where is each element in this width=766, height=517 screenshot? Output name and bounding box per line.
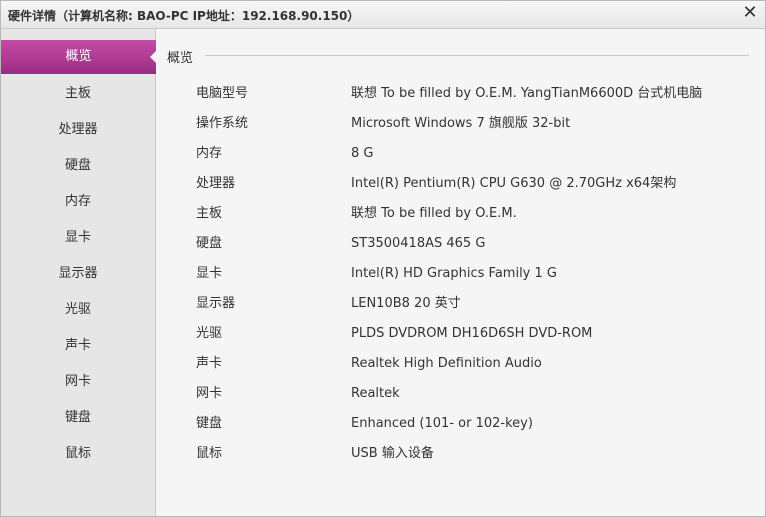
title-bar: 硬件详情（计算机名称: BAO-PC IP地址：192.168.90.150） … bbox=[1, 1, 765, 29]
sidebar-item-label: 显示器 bbox=[58, 266, 98, 281]
spec-label: 光驱 bbox=[196, 326, 223, 341]
sidebar-item-label: 处理器 bbox=[58, 122, 98, 137]
spec-label: 显卡 bbox=[196, 266, 223, 281]
window-title: 硬件详情（计算机名称: BAO-PC IP地址：192.168.90.150） bbox=[8, 9, 360, 23]
sidebar-item-overview[interactable]: 概览 bbox=[1, 40, 157, 74]
section-title: 概览 bbox=[167, 51, 194, 66]
spec-value: 联想 To be filled by O.E.M. bbox=[351, 206, 517, 221]
sidebar-item-mouse[interactable]: 鼠标 bbox=[1, 436, 155, 472]
spec-value: Intel(R) Pentium(R) CPU G630 @ 2.70GHz x… bbox=[351, 176, 677, 191]
spec-value: Realtek bbox=[351, 386, 400, 401]
sidebar-item-label: 硬盘 bbox=[64, 158, 91, 173]
nav-list: 概览 主板 处理器 硬盘 内存 显卡 显示器 光驱 声卡 网卡 键盘 鼠标 bbox=[1, 40, 157, 472]
spec-label: 显示器 bbox=[196, 296, 236, 311]
spec-label: 声卡 bbox=[196, 356, 223, 371]
spec-value: USB 输入设备 bbox=[351, 446, 434, 461]
sidebar-item-memory[interactable]: 内存 bbox=[1, 184, 155, 220]
spec-value: LEN10B8 20 英寸 bbox=[351, 296, 461, 311]
spec-label: 网卡 bbox=[196, 386, 223, 401]
spec-value: Enhanced (101- or 102-key) bbox=[351, 416, 533, 431]
main-content: 概览 电脑型号 联想 To be filled by O.E.M. YangTi… bbox=[156, 29, 765, 516]
close-icon[interactable]: ✕ bbox=[741, 3, 759, 23]
spec-value: Intel(R) HD Graphics Family 1 G bbox=[351, 266, 557, 281]
sidebar-item-label: 内存 bbox=[64, 194, 91, 209]
spec-value: Microsoft Windows 7 旗舰版 32-bit bbox=[351, 116, 571, 131]
spec-value: 8 G bbox=[351, 146, 374, 161]
sidebar-item-motherboard[interactable]: 主板 bbox=[1, 76, 155, 112]
sidebar-item-label: 鼠标 bbox=[64, 446, 91, 461]
sidebar-item-monitor[interactable]: 显示器 bbox=[1, 256, 155, 292]
spec-label: 处理器 bbox=[196, 176, 236, 191]
spec-value: PLDS DVDROM DH16D6SH DVD-ROM bbox=[351, 326, 593, 341]
sidebar-item-processor[interactable]: 处理器 bbox=[1, 112, 155, 148]
sidebar-item-label: 光驱 bbox=[64, 302, 91, 317]
spec-label: 鼠标 bbox=[196, 446, 223, 461]
spec-label: 键盘 bbox=[196, 416, 223, 431]
sidebar: 概览 主板 处理器 硬盘 内存 显卡 显示器 光驱 声卡 网卡 键盘 鼠标 bbox=[1, 29, 157, 516]
sidebar-item-keyboard[interactable]: 键盘 bbox=[1, 400, 155, 436]
sidebar-item-hard-disk[interactable]: 硬盘 bbox=[1, 148, 155, 184]
hardware-details-window: 硬件详情（计算机名称: BAO-PC IP地址：192.168.90.150） … bbox=[0, 0, 766, 517]
sidebar-item-label: 概览 bbox=[65, 49, 92, 64]
spec-label: 硬盘 bbox=[196, 236, 223, 251]
sidebar-item-graphics-card[interactable]: 显卡 bbox=[1, 220, 155, 256]
spec-value: 联想 To be filled by O.E.M. YangTianM6600D… bbox=[351, 86, 703, 101]
sidebar-item-sound-card[interactable]: 声卡 bbox=[1, 328, 155, 364]
sidebar-item-label: 声卡 bbox=[64, 338, 91, 353]
spec-value: Realtek High Definition Audio bbox=[351, 356, 542, 371]
sidebar-item-label: 键盘 bbox=[64, 410, 91, 425]
spec-label: 电脑型号 bbox=[196, 86, 249, 101]
sidebar-item-network-card[interactable]: 网卡 bbox=[1, 364, 155, 400]
sidebar-item-label: 显卡 bbox=[64, 230, 91, 245]
spec-label: 操作系统 bbox=[196, 116, 249, 131]
sidebar-item-optical-drive[interactable]: 光驱 bbox=[1, 292, 155, 328]
spec-label: 内存 bbox=[196, 146, 223, 161]
spec-value: ST3500418AS 465 G bbox=[351, 236, 486, 251]
spec-label: 主板 bbox=[196, 206, 223, 221]
section-divider bbox=[205, 55, 749, 56]
sidebar-item-label: 主板 bbox=[64, 86, 91, 101]
sidebar-item-label: 网卡 bbox=[64, 374, 91, 389]
